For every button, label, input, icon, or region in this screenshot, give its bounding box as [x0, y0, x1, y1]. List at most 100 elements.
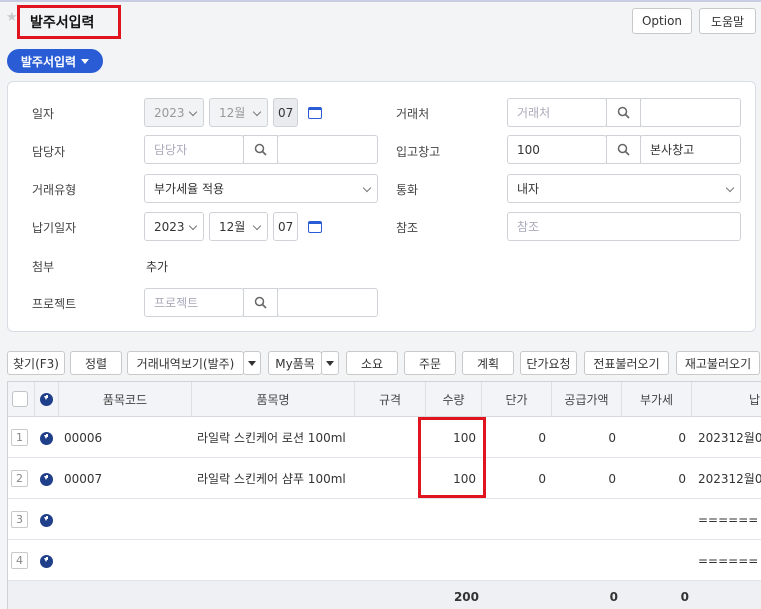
warehouse-code-input[interactable]: 100 — [507, 135, 607, 164]
vat-cell[interactable]: 0 — [622, 458, 686, 499]
caret-down-icon — [81, 58, 90, 64]
row-number: 4 — [11, 552, 28, 569]
delivery-date-cell[interactable]: ====== — [698, 540, 758, 581]
date-day-input[interactable]: 07 — [273, 98, 298, 127]
header-download-cell — [35, 382, 59, 417]
plan-button[interactable]: 계획 — [462, 351, 514, 375]
page-title: 발주서입력 — [30, 15, 95, 31]
find-button[interactable]: 찾기(F3) — [7, 351, 65, 375]
search-icon — [617, 143, 630, 156]
supply-amount-cell[interactable]: 0 — [552, 458, 616, 499]
table-row[interactable]: 2 00007 라일락 스킨케어 샴푸 100ml 100 0 0 0 2023… — [8, 458, 761, 499]
header-vat[interactable]: 부가세 — [622, 382, 692, 417]
chevron-down-icon — [252, 107, 262, 117]
download-icon[interactable] — [40, 555, 53, 568]
table-row[interactable]: 1 00006 라일락 스킨케어 로션 100ml 100 0 0 0 2023… — [8, 417, 761, 458]
manager-name-input[interactable] — [277, 135, 378, 164]
delivery-date-cell[interactable]: 202312월07 — [698, 417, 761, 458]
date-month-select[interactable]: 12월 — [209, 98, 268, 127]
project-name-input[interactable] — [277, 288, 378, 317]
favorite-star-icon[interactable]: ★ — [6, 10, 18, 25]
reference-input[interactable]: 참조 — [507, 212, 741, 241]
manager-code-input[interactable]: 담당자 — [144, 135, 244, 164]
warehouse-search-button[interactable] — [606, 135, 641, 164]
header-item-name[interactable]: 품목명 — [192, 382, 355, 417]
load-stock-button[interactable]: 재고불러오기 — [676, 351, 760, 375]
warehouse-name-input[interactable]: 본사창고 — [640, 135, 741, 164]
my-items-button[interactable]: My품목 — [268, 351, 322, 375]
client-name-input[interactable] — [640, 98, 741, 127]
delivery-month-value: 12월 — [219, 220, 246, 234]
unit-price-cell[interactable]: 0 — [482, 458, 546, 499]
sort-button[interactable]: 정렬 — [70, 351, 122, 375]
header-unit-price[interactable]: 단가 — [482, 382, 552, 417]
delivery-day-input[interactable]: 07 — [273, 212, 298, 241]
select-all-checkbox[interactable] — [12, 391, 28, 407]
download-icon[interactable] — [40, 514, 53, 527]
trade-type-select[interactable]: 부가세율 적용 — [144, 174, 378, 203]
item-code-cell[interactable]: 00006 — [64, 417, 102, 458]
price-request-button[interactable]: 단가요청 — [520, 351, 577, 375]
consume-button[interactable]: 소요 — [346, 351, 398, 375]
reference-label: 참조 — [396, 221, 419, 235]
my-items-dropdown-button[interactable] — [321, 351, 339, 375]
search-icon — [617, 106, 630, 119]
currency-value: 내자 — [517, 182, 540, 196]
help-button[interactable]: 도움말 — [699, 8, 756, 34]
caret-down-icon — [326, 360, 334, 366]
grid-toolbar: 찾기(F3) 정렬 거래내역보기(발주) My품목 소요 주문 계획 단가요청 … — [7, 351, 761, 375]
date-calendar-button[interactable] — [302, 99, 328, 126]
table-row[interactable]: 4 ====== — [8, 540, 761, 581]
header-quantity[interactable]: 수량 — [426, 382, 482, 417]
chevron-down-icon — [252, 221, 262, 231]
manager-search-button[interactable] — [243, 135, 278, 164]
table-row[interactable]: 3 ====== — [8, 499, 761, 540]
purchase-order-page: ★ 발주서입력 Option 도움말 발주서입력 일자 2023 12월 07 … — [0, 0, 761, 609]
grid-header: 품목코드 품목명 규격 수량 단가 공급가액 부가세 납 — [8, 382, 761, 417]
menu-dropdown-button[interactable]: 발주서입력 — [7, 49, 103, 73]
header-form: 일자 2023 12월 07 거래처 거래처 담당자 담당자 입고창고 100 … — [7, 81, 756, 332]
unit-price-cell[interactable]: 0 — [482, 417, 546, 458]
order-button[interactable]: 주문 — [404, 351, 456, 375]
delivery-year-select[interactable]: 2023 — [144, 212, 204, 241]
delivery-calendar-button[interactable] — [302, 213, 328, 240]
download-icon[interactable] — [40, 393, 53, 406]
grid-totals-row: 200 0 0 — [8, 581, 761, 609]
vat-cell[interactable]: 0 — [622, 417, 686, 458]
delivery-date-label: 납기일자 — [32, 221, 77, 235]
item-name-cell[interactable]: 라일락 스킨케어 샴푸 100ml — [197, 458, 346, 499]
delivery-year-value: 2023 — [154, 219, 185, 234]
history-dropdown-button[interactable] — [243, 351, 261, 375]
header-item-code[interactable]: 품목코드 — [59, 382, 192, 417]
date-year-value: 2023 — [154, 105, 185, 120]
project-search-button[interactable] — [243, 288, 278, 317]
select-all-cell — [8, 382, 35, 417]
date-label: 일자 — [32, 107, 55, 121]
chevron-down-icon — [188, 221, 198, 231]
supply-amount-cell[interactable]: 0 — [552, 417, 616, 458]
client-code-input[interactable]: 거래처 — [507, 98, 607, 127]
warehouse-label: 입고창고 — [396, 145, 441, 159]
item-name-cell[interactable]: 라일락 스킨케어 로션 100ml — [197, 417, 346, 458]
history-button[interactable]: 거래내역보기(발주) — [127, 351, 244, 375]
delivery-date-cell[interactable]: 202312월07 — [698, 458, 761, 499]
currency-label: 통화 — [396, 183, 419, 197]
currency-select[interactable]: 내자 — [507, 174, 741, 203]
row-number: 2 — [11, 470, 28, 487]
project-code-input[interactable]: 프로젝트 — [144, 288, 244, 317]
header-supply-amount[interactable]: 공급가액 — [552, 382, 622, 417]
load-slip-button[interactable]: 전표불러오기 — [584, 351, 669, 375]
download-icon[interactable] — [40, 473, 53, 486]
download-icon[interactable] — [40, 432, 53, 445]
attachment-add-link[interactable]: 추가 — [146, 258, 168, 275]
delivery-month-select[interactable]: 12월 — [209, 212, 268, 241]
chevron-down-icon — [188, 107, 198, 117]
option-button[interactable]: Option — [632, 8, 692, 34]
delivery-date-cell[interactable]: ====== — [698, 499, 758, 540]
date-year-select[interactable]: 2023 — [144, 98, 204, 127]
attachment-label: 첨부 — [32, 260, 55, 274]
header-delivery-date[interactable]: 납 — [692, 382, 761, 417]
client-search-button[interactable] — [606, 98, 641, 127]
header-spec[interactable]: 규격 — [355, 382, 426, 417]
item-code-cell[interactable]: 00007 — [64, 458, 102, 499]
